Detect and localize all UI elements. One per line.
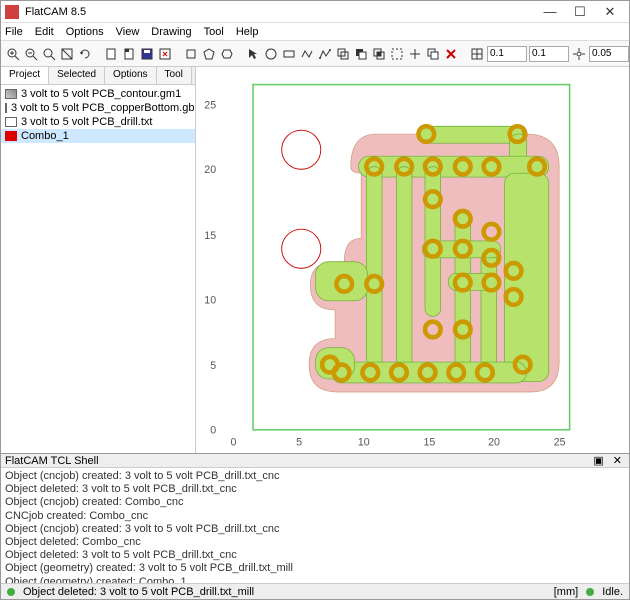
- shell-line: Object (geometry) created: Combo_1: [5, 576, 625, 584]
- gerber-icon: [5, 103, 7, 113]
- tab-tool[interactable]: Tool: [157, 67, 192, 84]
- y-tick: 10: [204, 294, 216, 306]
- shell-line: Object (geometry) created: 3 volt to 5 v…: [5, 562, 625, 575]
- shape-hex-icon[interactable]: [219, 45, 235, 63]
- item-label: 3 volt to 5 volt PCB_copperBottom.gbl: [11, 102, 195, 114]
- clear-plot-icon[interactable]: [59, 45, 75, 63]
- shell-line: Object deleted: 3 volt to 5 volt PCB_dri…: [5, 483, 625, 496]
- menu-file[interactable]: File: [5, 26, 23, 38]
- titlebar: FlatCAM 8.5 — ☐ ✕: [1, 1, 629, 23]
- x-tick: 15: [423, 436, 435, 448]
- grid-x-input[interactable]: [487, 46, 527, 62]
- shell-line: Object (cncjob) created: 3 volt to 5 vol…: [5, 470, 625, 483]
- snap-icon[interactable]: [571, 45, 587, 63]
- list-item[interactable]: 3 volt to 5 volt PCB_copperBottom.gbl: [1, 101, 195, 115]
- delete-icon[interactable]: [157, 45, 173, 63]
- shell-header[interactable]: FlatCAM TCL Shell ▣ ✕: [1, 454, 629, 468]
- minimize-button[interactable]: —: [535, 4, 565, 19]
- app-icon: [5, 5, 19, 19]
- zoom-in-icon[interactable]: [5, 45, 21, 63]
- menu-edit[interactable]: Edit: [35, 26, 54, 38]
- item-label: 3 volt to 5 volt PCB_drill.txt: [21, 116, 152, 128]
- list-item[interactable]: Combo_1: [1, 129, 195, 143]
- zoom-out-icon[interactable]: [23, 45, 39, 63]
- shell-line: Object deleted: 3 volt to 5 volt PCB_dri…: [5, 549, 625, 562]
- shell-controls[interactable]: ▣ ✕: [593, 454, 625, 467]
- y-tick: 15: [204, 230, 216, 242]
- menu-view[interactable]: View: [116, 26, 140, 38]
- y-tick: 25: [204, 99, 216, 111]
- side-panel: Project Selected Options Tool 3 volt to …: [1, 67, 196, 453]
- menu-tool[interactable]: Tool: [204, 26, 224, 38]
- shape-pgon-icon[interactable]: [201, 45, 217, 63]
- shell-line: CNCjob created: Combo_cnc: [5, 510, 625, 523]
- shell-line: Object deleted: Combo_cnc: [5, 536, 625, 549]
- item-label: Combo_1: [21, 130, 69, 142]
- tab-selected[interactable]: Selected: [49, 67, 105, 84]
- union-icon[interactable]: [335, 45, 351, 63]
- excellon-icon: [5, 117, 17, 127]
- x-tick: 20: [488, 436, 500, 448]
- idle-dot-icon: [586, 588, 594, 596]
- menu-drawing[interactable]: Drawing: [151, 26, 191, 38]
- replot-icon[interactable]: [77, 45, 93, 63]
- delete2-icon[interactable]: [443, 45, 459, 63]
- shell-line: Object (cncjob) created: 3 volt to 5 vol…: [5, 523, 625, 536]
- maximize-button[interactable]: ☐: [565, 4, 595, 20]
- tcl-shell: FlatCAM TCL Shell ▣ ✕ Object (cncjob) cr…: [1, 453, 629, 583]
- grid-icon[interactable]: [469, 45, 485, 63]
- side-tabs: Project Selected Options Tool: [1, 67, 195, 85]
- list-item[interactable]: 3 volt to 5 volt PCB_contour.gm1: [1, 87, 195, 101]
- y-tick: 5: [210, 360, 216, 372]
- geometry-icon: [5, 131, 17, 141]
- open-icon[interactable]: [121, 45, 137, 63]
- tab-options[interactable]: Options: [105, 67, 156, 84]
- y-tick: 20: [204, 164, 216, 176]
- new-icon[interactable]: [103, 45, 119, 63]
- shell-body[interactable]: Object (cncjob) created: 3 volt to 5 vol…: [1, 468, 629, 583]
- gerber-icon: [5, 89, 17, 99]
- x-tick: 10: [358, 436, 370, 448]
- status-idle: Idle.: [602, 586, 623, 598]
- cut-icon[interactable]: [389, 45, 405, 63]
- x-tick: 0: [231, 436, 237, 448]
- status-units: [mm]: [554, 586, 578, 598]
- tab-project[interactable]: Project: [1, 67, 49, 84]
- x-tick: 25: [554, 436, 566, 448]
- list-item[interactable]: 3 volt to 5 volt PCB_drill.txt: [1, 115, 195, 129]
- main-area: Project Selected Options Tool 3 volt to …: [1, 67, 629, 453]
- subtract-icon[interactable]: [353, 45, 369, 63]
- grid-y-input[interactable]: [529, 46, 569, 62]
- status-message: Object deleted: 3 volt to 5 volt PCB_dri…: [23, 586, 254, 598]
- copy-icon[interactable]: [425, 45, 441, 63]
- intersect-icon[interactable]: [371, 45, 387, 63]
- window-title: FlatCAM 8.5: [25, 6, 535, 18]
- polyline-icon[interactable]: [317, 45, 333, 63]
- y-tick: 0: [210, 425, 216, 437]
- zoom-fit-icon[interactable]: [41, 45, 57, 63]
- move-icon[interactable]: [407, 45, 423, 63]
- menubar: File Edit Options View Drawing Tool Help: [1, 23, 629, 41]
- statusbar: Object deleted: 3 volt to 5 volt PCB_dri…: [1, 583, 629, 599]
- item-label: 3 volt to 5 volt PCB_contour.gm1: [21, 88, 181, 100]
- rect-icon[interactable]: [281, 45, 297, 63]
- circle-icon[interactable]: [263, 45, 279, 63]
- shape-sel-icon[interactable]: [183, 45, 199, 63]
- project-list[interactable]: 3 volt to 5 volt PCB_contour.gm1 3 volt …: [1, 85, 195, 453]
- snap-input[interactable]: [589, 46, 629, 62]
- status-dot-icon: [7, 588, 15, 596]
- menu-options[interactable]: Options: [66, 26, 104, 38]
- shell-line: Object (cncjob) created: Combo_cnc: [5, 496, 625, 509]
- save-icon[interactable]: [139, 45, 155, 63]
- path-icon[interactable]: [299, 45, 315, 63]
- shell-title: FlatCAM TCL Shell: [5, 455, 99, 467]
- pointer-icon[interactable]: [245, 45, 261, 63]
- x-tick: 5: [296, 436, 302, 448]
- menu-help[interactable]: Help: [236, 26, 259, 38]
- plot-canvas[interactable]: 0 5 10 15 20 25 0 5 10 15 20 25: [196, 67, 629, 453]
- toolbar: [1, 41, 629, 67]
- close-button[interactable]: ✕: [595, 4, 625, 20]
